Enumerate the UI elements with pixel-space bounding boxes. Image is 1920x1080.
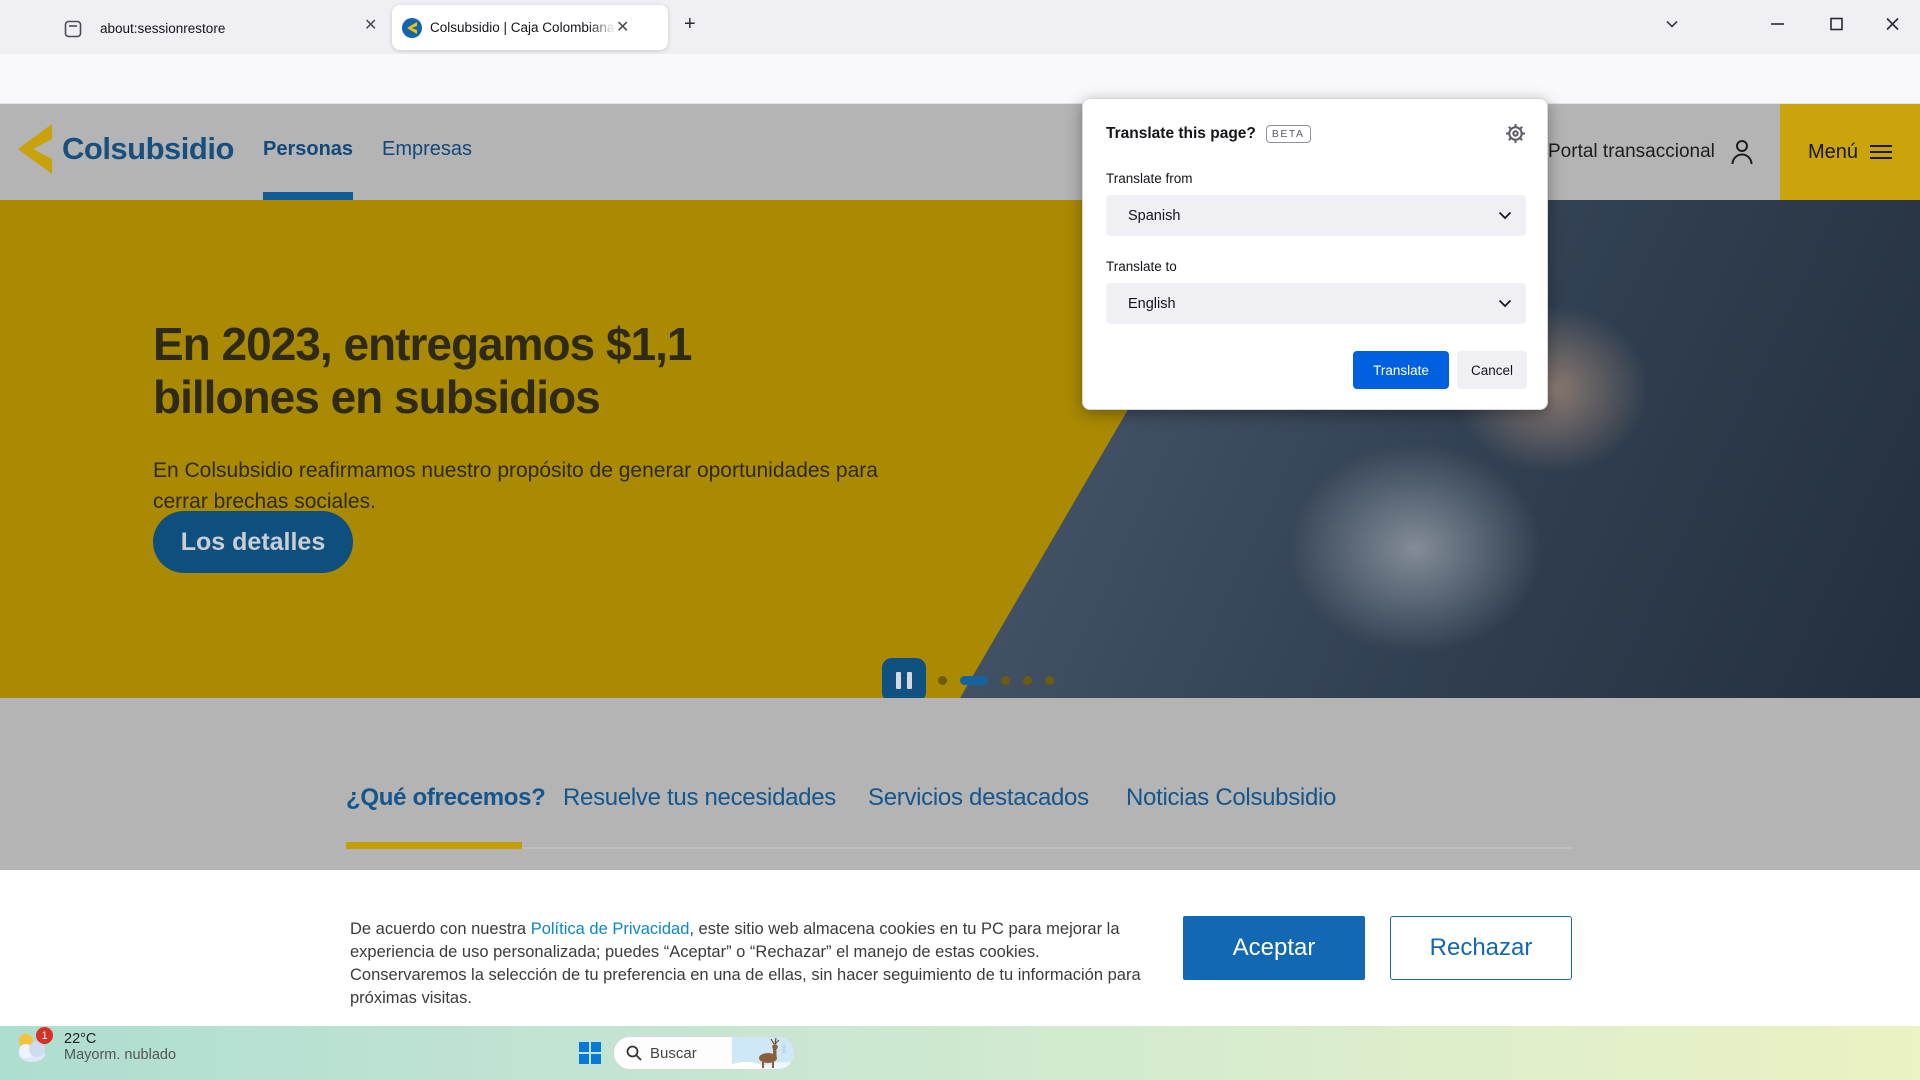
- menu-label: Menú: [1808, 141, 1858, 164]
- site-header: Colsubsidio Personas Empresas Portal tra…: [0, 104, 1920, 200]
- portal-label: Portal transaccional: [1548, 141, 1715, 163]
- beta-badge: BETA: [1266, 125, 1311, 143]
- search-icon: [626, 1045, 642, 1061]
- new-tab-button[interactable]: +: [684, 14, 696, 34]
- tab-noticias[interactable]: Noticias Colsubsidio: [1126, 784, 1336, 812]
- translate-settings-gear-icon[interactable]: [1505, 123, 1526, 144]
- active-nav-indicator: [263, 192, 353, 200]
- tab-servicios-destacados[interactable]: Servicios destacados: [868, 784, 1089, 812]
- search-reindeer-art: [732, 1036, 794, 1070]
- window-minimize-icon[interactable]: [1769, 16, 1786, 32]
- taskbar-search[interactable]: Buscar: [613, 1036, 795, 1070]
- hero-carousel: [0, 200, 1920, 698]
- list-tabs-chevron-icon[interactable]: [1664, 16, 1680, 32]
- translate-popup: Translate this page? BETA Translate from…: [1082, 98, 1548, 410]
- translate-to-select[interactable]: English: [1106, 283, 1526, 324]
- carousel-dot[interactable]: [1001, 676, 1010, 685]
- tab-resuelve-necesidades[interactable]: Resuelve tus necesidades: [563, 784, 836, 812]
- browser-toolbar: ← → https://www.colsubsidio.com: [0, 54, 1920, 104]
- close-tab-icon[interactable]: ✕: [616, 20, 629, 36]
- windows-taskbar: 1 22°C Mayorm. nublado Buscar: [0, 1026, 1920, 1080]
- menu-button[interactable]: Menú: [1780, 104, 1920, 200]
- colsubsidio-logo[interactable]: Colsubsidio: [16, 124, 234, 174]
- hero-cta-button[interactable]: Los detalles: [153, 511, 353, 573]
- window-close-icon[interactable]: [1884, 16, 1901, 32]
- nav-personas[interactable]: Personas: [263, 138, 353, 161]
- carousel-dots: [938, 675, 1054, 685]
- privacy-policy-link[interactable]: Política de Privacidad: [531, 920, 690, 938]
- chevron-down-icon: [1498, 299, 1512, 308]
- colsubsidio-chevron-icon: [16, 124, 54, 174]
- translate-to-label: Translate to: [1106, 259, 1177, 274]
- carousel-pause-button[interactable]: [882, 658, 926, 702]
- active-tab-indicator: [346, 842, 522, 849]
- weather-temperature: 22°C: [64, 1031, 176, 1047]
- logo-text: Colsubsidio: [62, 131, 234, 167]
- carousel-dot[interactable]: [938, 676, 947, 685]
- portal-transaccional-link[interactable]: Portal transaccional: [1548, 138, 1755, 166]
- hero-description: En Colsubsidio reafirmamos nuestro propó…: [153, 455, 883, 517]
- tab-que-ofrecemos[interactable]: ¿Qué ofrecemos?: [346, 784, 546, 812]
- carousel-dot[interactable]: [1045, 676, 1054, 685]
- translate-to-value: English: [1128, 296, 1176, 312]
- tab-colsubsidio-active[interactable]: Colsubsidio | Caja Colombiana ✕: [392, 5, 668, 50]
- colsubsidio-favicon: [402, 18, 422, 38]
- close-tab-icon[interactable]: ✕: [364, 18, 377, 34]
- tab-title: about:sessionrestore: [100, 21, 225, 36]
- popup-header: Translate this page? BETA: [1106, 125, 1311, 143]
- menu-burger-icon: [1870, 145, 1892, 159]
- carousel-dot-active[interactable]: [960, 676, 988, 685]
- hero-heading: En 2023, entregamos $1,1 billones en sub…: [153, 318, 753, 425]
- search-label: Buscar: [650, 1045, 697, 1062]
- cookie-accept-button[interactable]: Aceptar: [1183, 916, 1365, 980]
- carousel-dot[interactable]: [1023, 676, 1032, 685]
- translate-cancel-button[interactable]: Cancel: [1457, 351, 1527, 389]
- popup-title: Translate this page?: [1106, 125, 1256, 143]
- notification-badge: 1: [36, 1027, 53, 1044]
- translate-confirm-button[interactable]: Translate: [1353, 351, 1449, 389]
- cookie-text: De acuerdo con nuestra Política de Priva…: [350, 918, 1160, 1010]
- tab-session-restore[interactable]: about:sessionrestore ✕: [46, 6, 390, 50]
- weather-icon: 1: [14, 1031, 54, 1063]
- tab-title: Colsubsidio | Caja Colombiana: [430, 20, 616, 35]
- nav-empresas[interactable]: Empresas: [382, 138, 472, 161]
- translate-from-value: Spanish: [1128, 208, 1180, 224]
- window-maximize-icon[interactable]: [1828, 16, 1845, 32]
- cookie-banner: De acuerdo con nuestra Política de Priva…: [0, 870, 1920, 1026]
- start-button[interactable]: [579, 1042, 601, 1064]
- weather-description: Mayorm. nublado: [64, 1047, 176, 1063]
- screen: about:sessionrestore ✕ Colsubsidio | Caj…: [0, 0, 1920, 1080]
- taskbar-weather-widget[interactable]: 1 22°C Mayorm. nublado: [14, 1031, 176, 1063]
- tabs-divider: [346, 847, 1573, 849]
- translate-from-select[interactable]: Spanish: [1106, 195, 1526, 236]
- cookie-reject-button[interactable]: Rechazar: [1390, 916, 1572, 980]
- pause-icon: [896, 672, 901, 689]
- chevron-down-icon: [1498, 211, 1512, 220]
- page-icon: [64, 20, 82, 38]
- browser-tab-bar: about:sessionrestore ✕ Colsubsidio | Caj…: [0, 0, 1920, 54]
- person-icon: [1729, 138, 1755, 166]
- content-tabs-section: ¿Qué ofrecemos? Resuelve tus necesidades…: [0, 698, 1920, 870]
- translate-from-label: Translate from: [1106, 171, 1193, 186]
